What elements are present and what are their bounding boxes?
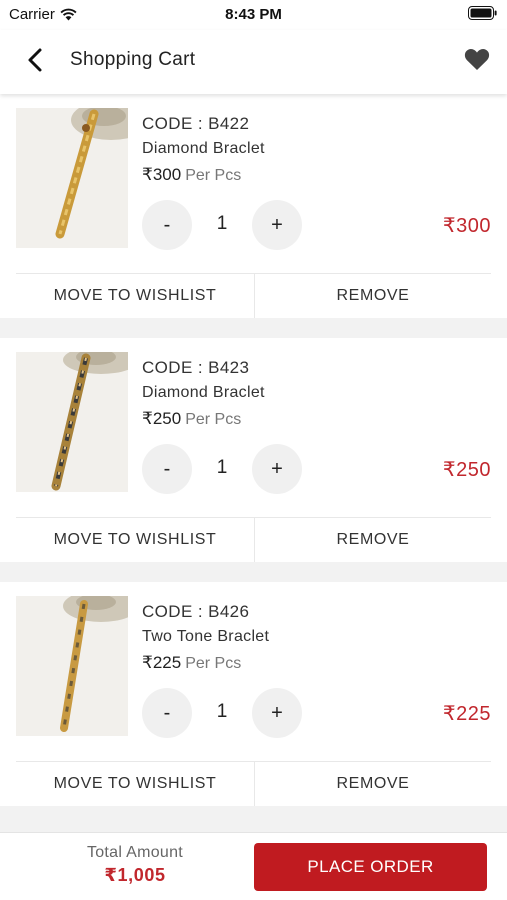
decrease-quantity-button[interactable]: - xyxy=(142,688,192,738)
product-code: CODE : B426 xyxy=(142,602,250,621)
product-image[interactable] xyxy=(16,352,128,492)
increase-quantity-button[interactable]: + xyxy=(252,200,302,250)
cart-item: CODE : B423 Diamond Braclet ₹250 Per Pcs … xyxy=(0,338,507,562)
page-title: Shopping Cart xyxy=(70,49,196,70)
move-to-wishlist-button[interactable]: MOVE TO WISHLIST xyxy=(16,518,254,562)
decrease-quantity-button[interactable]: - xyxy=(142,200,192,250)
product-code: CODE : B423 xyxy=(142,358,250,377)
bracelet-image-icon xyxy=(16,352,128,492)
price-unit: Per Pcs xyxy=(185,655,242,672)
back-arrow-icon[interactable] xyxy=(22,46,50,74)
increase-quantity-button[interactable]: + xyxy=(252,688,302,738)
quantity-value: 1 xyxy=(216,701,228,722)
remove-button[interactable]: REMOVE xyxy=(254,518,491,562)
app-header: Shopping Cart xyxy=(0,30,507,94)
price-value: ₹250 xyxy=(142,409,182,428)
price-unit: Per Pcs xyxy=(185,411,242,428)
checkout-footer: Total Amount ₹1,005 PLACE ORDER xyxy=(0,832,507,900)
quantity-value: 1 xyxy=(216,213,228,234)
unit-price: ₹300 Per Pcs xyxy=(142,165,241,185)
product-name: Two Tone Braclet xyxy=(142,628,270,645)
cart-item: CODE : B422 Diamond Braclet ₹300 Per Pcs … xyxy=(0,94,507,318)
price-value: ₹300 xyxy=(142,165,182,184)
total-amount-label: Total Amount xyxy=(86,844,184,861)
bracelet-image-icon xyxy=(16,596,128,736)
price-unit: Per Pcs xyxy=(185,167,242,184)
item-total: ₹225 xyxy=(442,703,491,725)
place-order-button[interactable]: PLACE ORDER xyxy=(254,843,487,891)
heart-icon[interactable] xyxy=(463,45,491,73)
decrease-quantity-button[interactable]: - xyxy=(142,444,192,494)
bracelet-image-icon xyxy=(16,108,128,248)
status-bar: Carrier 8:43 PM xyxy=(0,0,507,30)
quantity-value: 1 xyxy=(216,457,228,478)
cart-item: CODE : B426 Two Tone Braclet ₹225 Per Pcs… xyxy=(0,582,507,806)
unit-price: ₹250 Per Pcs xyxy=(142,409,241,429)
remove-button[interactable]: REMOVE xyxy=(254,762,491,806)
product-name: Diamond Braclet xyxy=(142,384,265,401)
price-value: ₹225 xyxy=(142,653,182,672)
product-image[interactable] xyxy=(16,108,128,248)
unit-price: ₹225 Per Pcs xyxy=(142,653,241,673)
product-name: Diamond Braclet xyxy=(142,140,265,157)
move-to-wishlist-button[interactable]: MOVE TO WISHLIST xyxy=(16,762,254,806)
product-code: CODE : B422 xyxy=(142,114,250,133)
status-time: 8:43 PM xyxy=(225,6,282,23)
total-amount-value: ₹1,005 xyxy=(104,865,166,885)
move-to-wishlist-button[interactable]: MOVE TO WISHLIST xyxy=(16,274,254,318)
increase-quantity-button[interactable]: + xyxy=(252,444,302,494)
remove-button[interactable]: REMOVE xyxy=(254,274,491,318)
product-image[interactable] xyxy=(16,596,128,736)
item-total: ₹250 xyxy=(442,459,491,481)
item-total: ₹300 xyxy=(442,215,491,237)
battery-icon xyxy=(468,6,497,20)
cart-list: CODE : B422 Diamond Braclet ₹300 Per Pcs … xyxy=(0,94,507,832)
